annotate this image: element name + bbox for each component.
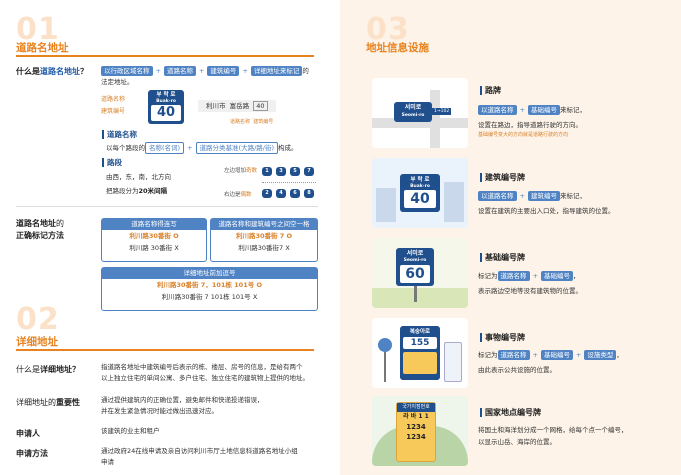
- building-sign-illustration: 부 락 로 Buak-ro 40: [400, 174, 440, 212]
- segment-road-line: [262, 182, 316, 183]
- road-sign-range: 1→102: [432, 108, 452, 115]
- rule-box-head: 道路名称得连写: [102, 219, 206, 230]
- divider: [16, 206, 318, 207]
- correct-marking-label: 道路名地址的 正确标记方法: [16, 219, 64, 240]
- item-head-object-sign: 事物编号牌: [480, 333, 525, 342]
- item-text-base-sign: 标记为 道路名称 + 基础编号， 表示路边空地等没有建筑物的位置。: [478, 271, 582, 295]
- segment-right-label: 右边是偶数: [224, 192, 252, 198]
- section-title-facilities: 地址信息设施: [366, 42, 429, 54]
- detail-row-label-4: 申请方法: [16, 449, 48, 458]
- segment-line2: 把路段分为20米间隔: [106, 187, 168, 195]
- building-illustration: [376, 188, 396, 222]
- grass-illustration: [372, 288, 468, 308]
- rule-box-space: 道路名称和建筑编号之间空一格 利川路30番街 7 O 利川路30番街7 X: [210, 218, 318, 262]
- card-road-sign: 서미로 Seomi-ro 1→102: [372, 78, 468, 148]
- fig-bldg-label: 建筑编号: [101, 108, 126, 115]
- section-underline: [16, 349, 314, 351]
- detail-row-text-4: 通过政府24在线申请及亲自访问利川市厅土地信息科道路名地址小组 申请: [101, 447, 298, 466]
- building-number-sign: 부 락 로 Buak-ro 40: [148, 90, 184, 124]
- item-text-national-point-sign: 将国土和海洋划分成一个网格，给每个点一个编号， 以显示山岳、海岸的位置。: [478, 426, 628, 446]
- fig-address-caption: 道路名称 建筑编号: [230, 119, 274, 125]
- fig-road-label: 道路名称: [101, 96, 126, 103]
- detail-row-label-1: 什么是详细地址？: [16, 365, 80, 374]
- fig-address-bar: 利川市 富岳路 40: [198, 100, 276, 112]
- section-number-02: 02: [16, 302, 60, 337]
- definition-line2: 法定地址。: [101, 78, 134, 86]
- section-title-detail-address: 详细地址: [16, 336, 58, 348]
- detail-row-label-2: 详细地址的重要性: [16, 398, 80, 407]
- item-text-building-sign: 以道路名称 + 建筑编号 来标记， 设置在建筑的主要出入口处，指导建筑的位置。: [478, 191, 615, 215]
- question-road-address: 什么是道路名地址？: [16, 67, 88, 76]
- rule-box-head: 道路名称和建筑编号之间空一格: [211, 219, 317, 230]
- rule-box-comma: 详细地址前加逗号 利川路30番街 7，101栋 101号 O 利川路30番街 7…: [101, 267, 318, 311]
- bus-stop-icon: [378, 338, 392, 352]
- shelter-illustration: [444, 342, 462, 382]
- card-national-point-sign: 국가지점번호 라 바 1 1 1234 1234: [372, 396, 468, 466]
- card-base-sign: 서미로 Seomi-ro 60: [372, 238, 468, 308]
- tag-admin-area: 以行政区域名称: [101, 66, 153, 76]
- left-page: 01 道路名地址 什么是道路名地址？ 以行政区域名称 + 道路名称 + 建筑编号 + 详细地…: [0, 0, 340, 475]
- detail-row-text-2: 通过提供建筑内的正确位置，避免邮件和快递投递错误， 并在发生紧急情况时能过做出迅速…: [101, 396, 264, 415]
- tag-detail-address: 详细地址来标记: [250, 66, 303, 76]
- road-sign-illustration: 서미로 Seomi-ro: [394, 102, 432, 122]
- card-building-sign: 부 락 로 Buak-ro 40: [372, 158, 468, 228]
- road-name-desc: 以每个路段的 名称(名词) + 道路分类基准(大路/路/街) 构成。: [106, 142, 298, 154]
- item-head-base-sign: 基础编号牌: [480, 253, 525, 262]
- item-text-object-sign: 标记为 道路名称 + 基础编号 + 设施类型， 由此表示公共设施的位置。: [478, 350, 623, 374]
- road-address-definition: 以行政区域名称 + 道路名称 + 建筑编号 + 详细地址来标记的 法定地址。: [101, 66, 321, 88]
- section-underline: [16, 55, 314, 57]
- rule-box-head: 详细地址前加逗号: [102, 268, 317, 279]
- segment-signs-top: 1357: [262, 166, 314, 176]
- item-head-national-point-sign: 国家地点编号牌: [480, 408, 541, 417]
- rule-box-no-space: 道路名称得连写 利川路30番街 O 利川路 30番街 X: [101, 218, 207, 262]
- item-text-road-sign: 以道路名称 + 基础编号 来标记， 设置在路边，指导道路行驶的方向。 基础编号变大的方…: [478, 105, 586, 138]
- item-head-road-sign: 路牌: [480, 86, 501, 95]
- section-title-road-address: 道路名地址: [16, 42, 69, 54]
- building-illustration: [444, 182, 464, 222]
- object-sign-illustration: 복숭아로 155: [400, 326, 440, 380]
- segment-line1: 由西，东，南，北方向: [106, 173, 171, 181]
- segment-signs-bottom: 2468: [262, 188, 314, 198]
- subhead-segment: 路段: [102, 158, 122, 167]
- card-object-sign: 복숭아로 155: [372, 318, 468, 388]
- tag-building-number: 建筑编号: [207, 66, 240, 76]
- national-point-sign-illustration: 국가지점번호 라 바 1 1 1234 1234: [396, 402, 436, 462]
- base-sign-illustration: 서미로 Seomi-ro 60: [396, 248, 434, 286]
- bus-stop-pole: [384, 352, 386, 382]
- subhead-road-name: 道路名称: [102, 130, 137, 139]
- tag-road-name: 道路名称: [163, 66, 196, 76]
- detail-row-text-1: 指道路名地址中建筑编号后表示的栋、楼层、房号的信息，是给有两个 以上独立住宅的单间…: [101, 363, 309, 382]
- segment-left-label: 左边增加奇数: [224, 168, 258, 174]
- item-head-building-sign: 建筑编号牌: [480, 173, 525, 182]
- detail-row-label-3: 申请人: [16, 429, 40, 438]
- detail-row-text-3: 该建筑的业主和租户: [101, 427, 160, 435]
